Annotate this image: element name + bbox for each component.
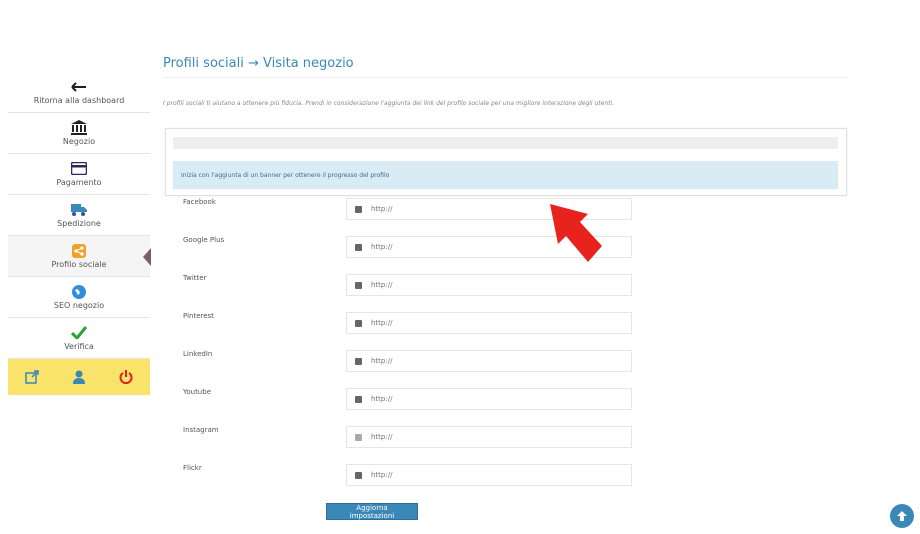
twitter-field[interactable] (346, 274, 632, 296)
facebook-icon (347, 199, 369, 219)
youtube-field[interactable] (346, 388, 632, 410)
sidebar-item-negozio[interactable]: Negozio (8, 113, 150, 154)
power-icon[interactable] (116, 367, 136, 387)
sidebar-item-seo[interactable]: SEO negozio (8, 277, 150, 318)
sidebar-item-pagamento[interactable]: Pagamento (8, 154, 150, 195)
flickr-input[interactable] (369, 471, 613, 479)
linkedin-input[interactable] (369, 357, 613, 365)
youtube-icon (347, 389, 369, 409)
social-label: LinkedIn (183, 350, 213, 358)
sidebar-item-label: Ritorna alla dashboard (33, 95, 125, 105)
save-settings-button[interactable]: Aggiorna impostazioni (326, 503, 418, 520)
sidebar-item-label: Profilo sociale (51, 259, 107, 269)
youtube-input[interactable] (369, 395, 613, 403)
social-label: Instagram (183, 426, 219, 434)
instagram-input[interactable] (369, 433, 613, 441)
flickr-icon (347, 465, 369, 485)
google-plus-icon (347, 237, 369, 257)
linkedin-field[interactable] (346, 350, 632, 372)
sidebar-item-profilo-sociale[interactable]: Profilo sociale (8, 236, 151, 277)
social-label: Google Plus (183, 236, 225, 244)
banner-info-alert: Inizia con l'aggiunta di un banner per o… (173, 161, 838, 189)
truck-icon (71, 203, 87, 217)
social-label: Twitter (183, 274, 207, 282)
pinterest-icon (347, 313, 369, 333)
profile-progress-box: Inizia con l'aggiunta di un banner per o… (165, 128, 847, 196)
flickr-field[interactable] (346, 464, 632, 486)
instagram-icon (347, 427, 369, 447)
social-row-pinterest: Pinterest (183, 312, 633, 334)
social-row-youtube: Youtube (183, 388, 633, 410)
user-icon[interactable] (69, 367, 89, 387)
sidebar-footer (8, 359, 150, 395)
sidebar-item-dashboard[interactable]: Ritorna alla dashboard (8, 72, 150, 113)
social-label: Youtube (183, 388, 211, 396)
social-row-instagram: Instagram (183, 426, 633, 448)
social-row-linkedin: LinkedIn (183, 350, 633, 372)
twitter-input[interactable] (369, 281, 613, 289)
page-title: Profili sociali → Visita negozio (163, 56, 354, 71)
title-divider (163, 77, 848, 78)
check-icon (71, 326, 87, 340)
arrow-up-icon (897, 511, 907, 521)
sidebar: Ritorna alla dashboard Negozio Pagamento… (8, 72, 151, 395)
pinterest-input[interactable] (369, 319, 613, 327)
sidebar-item-label: Verifica (64, 341, 94, 351)
twitter-icon (347, 275, 369, 295)
instagram-field[interactable] (346, 426, 632, 448)
card-icon (71, 162, 87, 176)
sidebar-item-spedizione[interactable]: Spedizione (8, 195, 150, 236)
sidebar-item-label: Negozio (62, 136, 96, 146)
progress-bar (173, 137, 838, 149)
active-indicator (143, 248, 151, 266)
share-icon (72, 243, 86, 258)
linkedin-icon (347, 351, 369, 371)
social-label: Facebook (183, 198, 216, 206)
arrow-left-icon (71, 80, 87, 94)
pinterest-field[interactable] (346, 312, 632, 334)
social-row-twitter: Twitter (183, 274, 633, 296)
bank-icon (71, 120, 87, 135)
globe-icon (72, 284, 86, 299)
red-arrow-annotation (548, 202, 604, 270)
social-label: Flickr (183, 464, 202, 472)
external-link-icon[interactable] (22, 367, 42, 387)
sidebar-item-label: Spedizione (57, 218, 101, 228)
intro-text: I profili sociali ti aiutano a ottenere … (163, 100, 615, 107)
sidebar-item-label: Pagamento (56, 177, 102, 187)
sidebar-item-label: SEO negozio (53, 300, 105, 310)
sidebar-item-verifica[interactable]: Verifica (8, 318, 150, 359)
social-row-flickr: Flickr (183, 464, 633, 486)
scroll-to-top-button[interactable] (890, 504, 914, 528)
social-label: Pinterest (183, 312, 214, 320)
